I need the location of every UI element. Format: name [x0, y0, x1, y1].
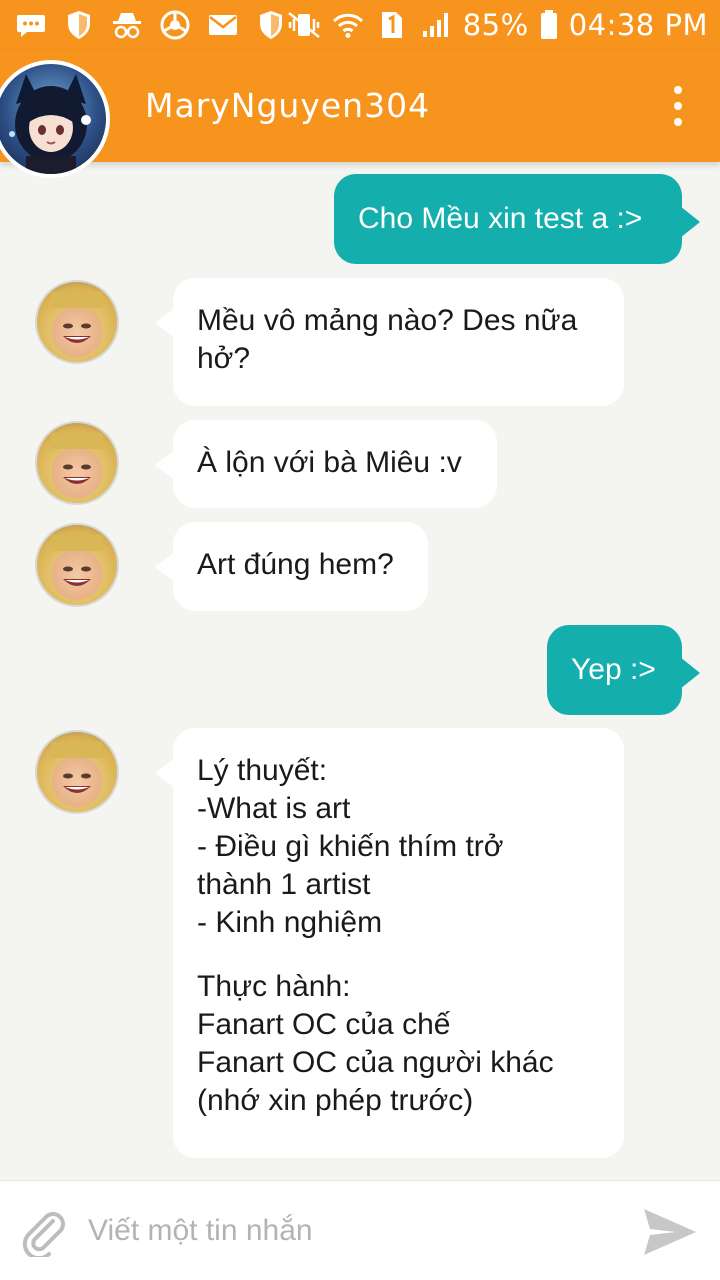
battery-percentage: 85% [462, 8, 529, 42]
message-text: - Điều gì khiến thím trở [197, 830, 504, 863]
message-text: (nhớ xin phép trước) [197, 1084, 474, 1117]
sim-1-icon [375, 10, 409, 40]
paperclip-icon[interactable] [20, 1207, 70, 1261]
message-text [197, 942, 600, 968]
send-icon [644, 1209, 696, 1255]
message-text: Cho Mều xin test a :> [358, 202, 643, 235]
spy-icon [110, 10, 144, 40]
clock: 04:38 PM [568, 8, 708, 42]
send-button[interactable] [640, 1205, 700, 1259]
more-vertical-icon [674, 86, 682, 94]
message-text: Yep :> [571, 653, 656, 686]
message-incoming[interactable]: À lộn với bà Miêu :v [155, 420, 497, 508]
notification-icons [14, 9, 288, 41]
message-text: Fanart OC của người khác [197, 1046, 554, 1079]
sender-avatar[interactable] [35, 421, 119, 505]
message-text: - Kinh nghiệm [197, 906, 383, 939]
message-incoming[interactable]: Mều vô mảng nào? Des nữa hở? [155, 278, 624, 406]
message-incoming[interactable]: Art đúng hem? [155, 522, 428, 611]
wifi-icon [331, 10, 365, 40]
message-text: À lộn với bà Miêu :v [197, 446, 462, 479]
battery-icon [539, 10, 559, 40]
contact-avatar[interactable] [0, 60, 110, 178]
browser-icon [158, 10, 192, 40]
message-text: hở? [197, 342, 251, 375]
message-icon [14, 10, 48, 40]
status-bar: 85% 04:38 PM [0, 0, 720, 50]
message-text: Thực hành: [197, 970, 351, 1003]
message-input[interactable] [88, 1209, 608, 1253]
system-status: 85% 04:38 PM [287, 6, 708, 44]
shield-icon [62, 10, 96, 40]
message-text: thành 1 artist [197, 868, 371, 901]
sender-avatar[interactable] [35, 280, 119, 364]
more-options-button[interactable] [666, 86, 690, 126]
sender-avatar[interactable] [35, 730, 119, 814]
signal-icon [419, 10, 453, 40]
shield-icon [254, 10, 288, 40]
message-composer [0, 1180, 720, 1280]
mail-icon [206, 10, 240, 40]
sender-avatar[interactable] [35, 523, 119, 607]
message-outgoing[interactable]: Cho Mều xin test a :> [334, 174, 700, 264]
message-text: Mều vô mảng nào? Des nữa [197, 304, 578, 337]
contact-name[interactable]: MaryNguyen304 [145, 86, 430, 125]
message-text: Lý thuyết: [197, 754, 328, 787]
message-outgoing[interactable]: Yep :> [547, 625, 700, 715]
vibrate-icon [287, 10, 321, 40]
message-incoming[interactable]: Lý thuyết: -What is art - Điều gì khiến … [155, 728, 624, 1158]
message-text: Art đúng hem? [197, 548, 394, 581]
conversation-header: MaryNguyen304 [0, 50, 720, 178]
message-text: Fanart OC của chế [197, 1008, 451, 1041]
message-text: -What is art [197, 792, 351, 825]
